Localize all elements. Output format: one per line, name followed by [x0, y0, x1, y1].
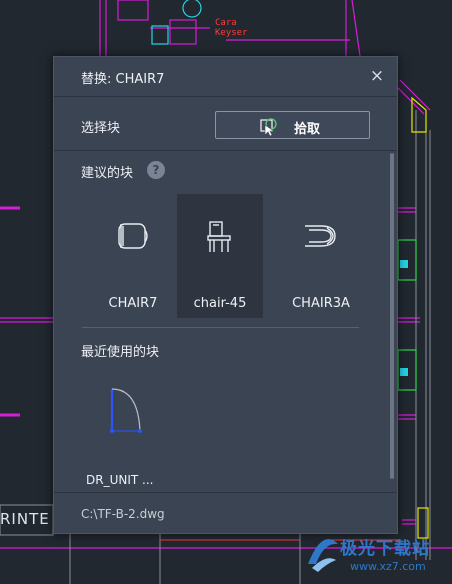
chair-rotated-view-icon: [305, 225, 336, 247]
file-path: C:\TF-B-2.dwg: [81, 507, 165, 521]
site-watermark: 极光下载站 www.xz7.com: [300, 528, 452, 584]
cad-person-name-first: Cara: [215, 18, 237, 28]
section-divider: [82, 327, 359, 328]
vertical-scrollbar[interactable]: [389, 153, 395, 479]
replace-block-dialog: 替换: CHAIR7 × 选择块 拾取 建议的块 ? CHAIR7 chair-…: [53, 56, 398, 534]
recent-block-label: DR_UNIT ...: [86, 473, 154, 487]
close-button[interactable]: ×: [367, 66, 387, 86]
close-icon: ×: [369, 66, 385, 86]
watermark-url: www.xz7.com: [350, 560, 426, 573]
dialog-title: 替换: CHAIR7: [81, 72, 165, 87]
pick-object-icon: [260, 118, 277, 136]
pick-button-label: 拾取: [294, 122, 321, 137]
dialog-titlebar[interactable]: 替换: CHAIR7 ×: [54, 57, 397, 97]
suggested-block-label: CHAIR7: [108, 296, 158, 311]
select-block-label: 选择块: [81, 121, 121, 136]
pick-button[interactable]: 拾取: [215, 111, 370, 139]
door-unit-icon: [110, 388, 142, 433]
select-block-row: 选择块 拾取: [54, 98, 397, 151]
recent-blocks-title: 最近使用的块: [81, 345, 160, 360]
watermark-text: 极光下载站: [340, 539, 430, 559]
suggested-block-chair7[interactable]: CHAIR7: [90, 194, 176, 318]
suggested-block-label: chair-45: [193, 296, 247, 311]
help-icon[interactable]: ?: [147, 161, 165, 179]
suggested-block-chair-45[interactable]: chair-45: [177, 194, 263, 318]
suggested-block-chair3a[interactable]: CHAIR3A: [278, 194, 364, 318]
cad-printer-label: RINTE: [0, 510, 50, 528]
suggested-blocks-title: 建议的块: [81, 166, 134, 181]
recent-block-dr-unit[interactable]: DR_UNIT ...: [82, 377, 172, 487]
scrollbar-thumb[interactable]: [390, 153, 394, 479]
suggested-block-label: CHAIR3A: [292, 296, 350, 311]
chair-side-view-icon: [207, 221, 231, 252]
cad-person-name-last: Keyser: [215, 28, 248, 38]
chair-top-view-icon: [118, 223, 148, 249]
watermark-logo-icon: [308, 539, 338, 572]
